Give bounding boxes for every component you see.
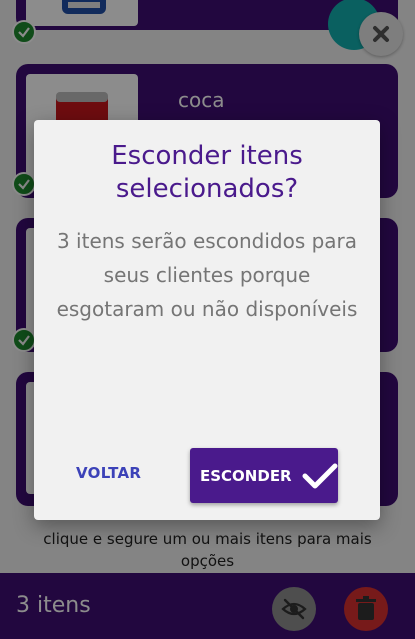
dialog-message: 3 itens serão escondidos para seus clien… — [56, 229, 358, 321]
checkmark-icon — [302, 463, 338, 488]
dialog-title: Esconder itens selecionados? — [111, 141, 303, 204]
confirm-hide-label: ESCONDER — [200, 466, 292, 485]
back-button[interactable]: VOLTAR — [76, 464, 141, 482]
confirm-hide-button[interactable]: ESCONDER — [190, 448, 338, 503]
hide-items-dialog: Esconder itens selecionados? 3 itens ser… — [34, 120, 380, 520]
